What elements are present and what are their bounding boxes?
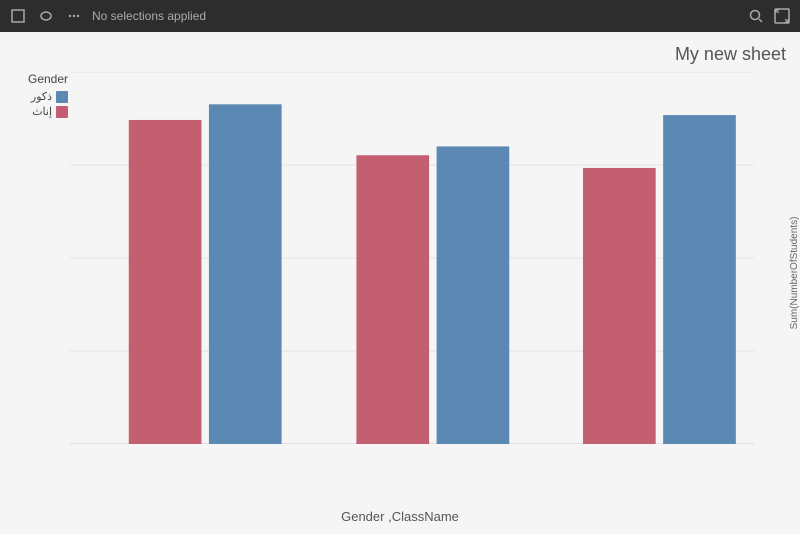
expand-icon[interactable] bbox=[772, 6, 792, 26]
options-icon[interactable] bbox=[64, 6, 84, 26]
bar-g2-female[interactable] bbox=[356, 155, 429, 444]
bar-g2-male[interactable] bbox=[437, 146, 510, 444]
legend-label-female: إناث bbox=[32, 105, 52, 118]
legend-item-male: ذكور bbox=[28, 90, 68, 103]
legend-label-male: ذكور bbox=[31, 90, 52, 103]
bar-g3-female[interactable] bbox=[583, 168, 656, 444]
legend-item-female: إناث bbox=[28, 105, 68, 118]
bar-g1-female[interactable] bbox=[129, 120, 202, 444]
bar-g3-male[interactable] bbox=[663, 115, 736, 444]
search-icon[interactable] bbox=[746, 6, 766, 26]
sheet-title: My new sheet bbox=[675, 44, 786, 65]
selection-status: No selections applied bbox=[92, 9, 738, 23]
toolbar: No selections applied bbox=[0, 0, 800, 32]
bar-g1-male[interactable] bbox=[209, 104, 282, 444]
selection-rect-icon[interactable] bbox=[8, 6, 28, 26]
y-axis-label: Sum(NumberOfStudents) bbox=[789, 217, 800, 330]
legend-color-female bbox=[56, 106, 68, 118]
chart-container: Gender ذكور إناث 30M 20M 10M 0 bbox=[10, 72, 790, 474]
legend-title: Gender bbox=[28, 72, 68, 86]
bar-chart-svg: 30M 20M 10M 0 الصف الثالث الابتدائي الصف… bbox=[70, 72, 754, 444]
legend-color-male bbox=[56, 91, 68, 103]
main-area: My new sheet Gender ذكور إناث 30M 20 bbox=[0, 32, 800, 534]
x-axis-title: Gender ,ClassName bbox=[341, 509, 459, 524]
chart-legend: Gender ذكور إناث bbox=[28, 72, 68, 120]
lasso-icon[interactable] bbox=[36, 6, 56, 26]
toolbar-right bbox=[746, 6, 792, 26]
